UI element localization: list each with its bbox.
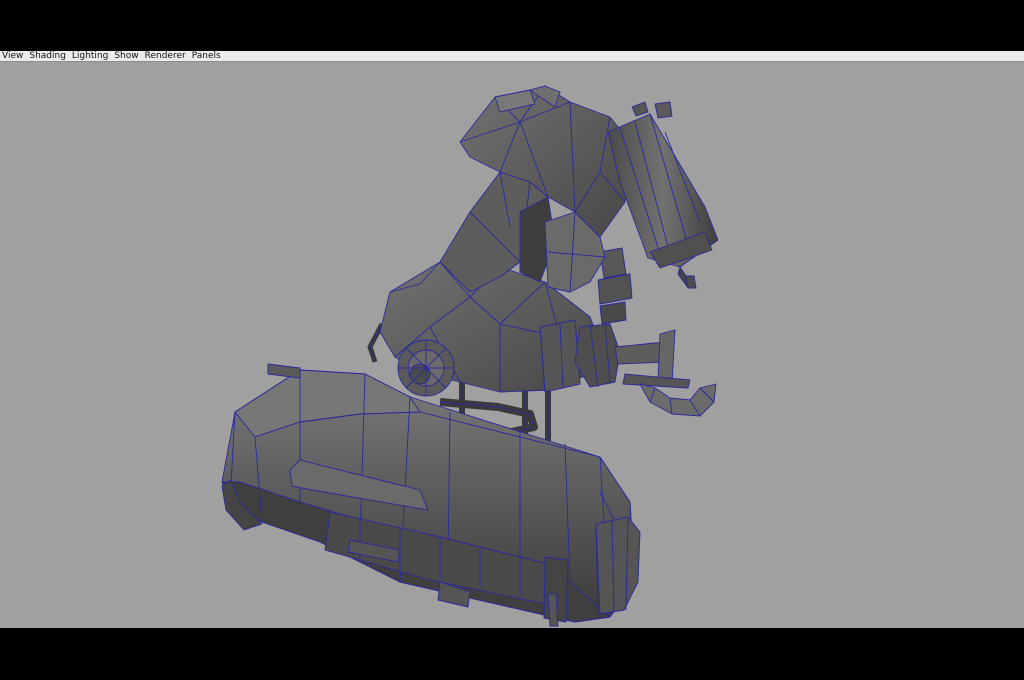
canister — [607, 101, 719, 289]
bucket — [639, 383, 717, 417]
menu-view[interactable]: View — [0, 51, 26, 61]
wheel — [397, 339, 455, 397]
cylinder-tank — [221, 363, 641, 627]
menu-renderer[interactable]: Renderer — [142, 51, 189, 61]
menu-lighting[interactable]: Lighting — [69, 51, 111, 61]
viewport-canvas[interactable] — [0, 62, 1024, 628]
maya-window: View Shading Lighting Show Renderer Pane… — [0, 0, 1024, 680]
menu-show[interactable]: Show — [111, 51, 141, 61]
hub — [539, 319, 691, 393]
panel-menubar: View Shading Lighting Show Renderer Pane… — [0, 51, 1024, 62]
menu-panels[interactable]: Panels — [189, 51, 224, 61]
3d-viewport[interactable] — [0, 62, 1024, 628]
menu-shading[interactable]: Shading — [26, 51, 69, 61]
mechanical-model[interactable] — [221, 85, 719, 627]
